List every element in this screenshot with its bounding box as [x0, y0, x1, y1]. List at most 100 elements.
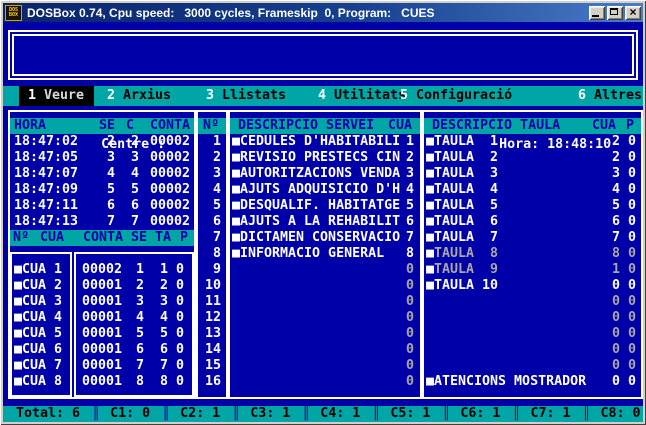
menu-item-number: 1: [28, 88, 36, 103]
service-cua-value: 0: [398, 374, 414, 390]
ticket-row: 18:47:09 5 5 00002: [10, 182, 194, 198]
queue-name-row: ■CUA 6: [12, 342, 70, 358]
queue-name: CUA 3: [22, 294, 62, 309]
queue-ta: 8: [148, 374, 168, 390]
square-bullet-icon: ■: [232, 198, 240, 214]
col-header-conta: CONTA: [150, 118, 190, 134]
queue-name-row: ■CUA 2: [12, 278, 70, 294]
square-bullet-icon: ■: [426, 150, 434, 166]
desk-p-value: 0: [622, 230, 636, 246]
square-bullet-icon: ■: [14, 278, 22, 294]
counter-label: C8:: [601, 406, 625, 422]
desk-row: ■00: [424, 294, 641, 310]
col-header-p: P: [180, 230, 188, 246]
ticket-se: 3: [95, 150, 115, 166]
square-bullet-icon: ■: [14, 358, 22, 374]
square-bullet-icon: ■: [426, 278, 434, 294]
menu-item-label: Altres: [594, 88, 642, 103]
desk-row: ■TAULA 330: [424, 166, 641, 182]
maximize-button[interactable]: [607, 6, 623, 20]
desk-p-value: 0: [622, 246, 636, 262]
square-bullet-icon: ■: [426, 246, 434, 262]
menu-item-number: 6: [578, 88, 586, 103]
minimize-button[interactable]: [589, 6, 605, 20]
row-number-value: 15: [205, 358, 221, 373]
service-row: ■0: [230, 358, 420, 374]
desks-table-header: DESCRIPCIO TAULA CUA P: [424, 118, 641, 134]
menu-bar: 1Veure 2Arxius 3Llistats 4Utilitats 5 Con…: [3, 86, 643, 106]
desk-row: ■00: [424, 310, 641, 326]
ticket-row: 18:47:02 2 2 00002: [10, 134, 194, 150]
queue-values-row: 00001 8 8 0: [76, 374, 192, 390]
queue-se: 7: [124, 358, 144, 374]
queue-p: 0: [168, 294, 184, 310]
ticket-row: 18:47:07 4 4 00002: [10, 166, 194, 182]
queue-name: CUA 5: [22, 326, 62, 341]
desk-p-value: 0: [622, 278, 636, 294]
col-header-hora: HORA: [14, 118, 46, 134]
queue-values-row: 00001 5 5 0: [76, 326, 192, 342]
menu-item[interactable]: 5 Configuració: [400, 86, 512, 106]
counter-segment: ║C5:1: [360, 406, 430, 422]
square-bullet-icon: ■: [232, 182, 240, 198]
counter-value: 1: [212, 406, 220, 422]
row-number: 5: [198, 198, 226, 214]
queue-values-row: 00001 3 3 0: [76, 294, 192, 310]
row-number-value: 16: [205, 374, 221, 389]
close-button[interactable]: ×: [625, 6, 641, 20]
menu-item-number: 5: [400, 88, 408, 103]
counter-label: C1:: [110, 406, 134, 422]
menu-item[interactable]: 4Utilitats: [318, 86, 406, 106]
desk-row: ■TAULA 550: [424, 198, 641, 214]
menu-item[interactable]: 3Llistats: [206, 86, 286, 106]
square-bullet-icon: ■: [232, 166, 240, 182]
row-number-value: 13: [205, 326, 221, 341]
ticket-se: 4: [95, 166, 115, 182]
separator-icon: ║: [302, 406, 310, 421]
row-number: 12: [198, 310, 226, 326]
row-number-value: 9: [213, 262, 221, 277]
menu-item-number: 2: [107, 88, 115, 103]
queue-counter: 00001: [82, 326, 122, 342]
titlebar[interactable]: DOS BOX DOSBox 0.74, Cpu speed: 3000 cyc…: [3, 3, 643, 22]
desk-p-value: 0: [622, 214, 636, 230]
desk-p-value: 0: [622, 374, 636, 390]
service-cua-value: 4: [398, 182, 414, 198]
desk-name: TAULA 9: [434, 262, 498, 277]
col-header-ta: TA: [155, 230, 171, 246]
service-row: ■CEDULES D'HABITABILI1: [230, 134, 420, 150]
menu-item[interactable]: 1Veure: [19, 86, 94, 106]
company-header-box: Empresa:* AJUNTAMENT DE RIPOLLET * Centr…: [8, 30, 638, 80]
window-title: DOSBox 0.74, Cpu speed: 3000 cycles, Fra…: [27, 6, 589, 20]
desk-row: ■TAULA 440: [424, 182, 641, 198]
menu-item-label: Configuració: [416, 88, 512, 103]
desk-row: ■TAULA 660: [424, 214, 641, 230]
desk-row: ■TAULA 220: [424, 150, 641, 166]
service-name: DESQUALIF. HABITATGE: [240, 198, 400, 213]
queues-subboxes: ■CUA 1 ■CUA 2 ■CUA 3 ■CUA 4 ■CUA 5 ■CUA …: [10, 252, 194, 397]
desk-row: ■00: [424, 358, 641, 374]
square-bullet-icon: ■: [232, 134, 240, 150]
counter-value: 0: [142, 406, 150, 422]
menu-item[interactable]: 2Arxius: [107, 86, 171, 106]
ticket-se: 2: [95, 134, 115, 150]
counter-segment: ║C2:1: [150, 406, 220, 422]
queue-name-row: ■CUA 7: [12, 358, 70, 374]
queue-values-row: 00001 6 6 0: [76, 342, 192, 358]
separator-icon: ║: [162, 406, 170, 421]
queue-counter: 00001: [82, 358, 122, 374]
menu-item[interactable]: 6 Altres: [578, 86, 642, 106]
counter-value: 1: [422, 406, 430, 422]
service-row: ■AJUTS A LA REHABILIT6: [230, 214, 420, 230]
queue-se: 6: [124, 342, 144, 358]
ticket-c: 4: [119, 166, 139, 182]
desk-cua-value: 2: [602, 134, 620, 150]
desk-row: ■00: [424, 326, 641, 342]
row-number: 1: [198, 134, 226, 150]
col-header-taula-cua: CUA: [592, 118, 616, 134]
ticket-time: 18:47:02: [14, 134, 78, 150]
row-number-value: 14: [205, 342, 221, 357]
desk-cua-value: 0: [602, 342, 620, 358]
desk-cua-value: 1: [602, 262, 620, 278]
col-header-cua: CUA: [40, 230, 64, 246]
